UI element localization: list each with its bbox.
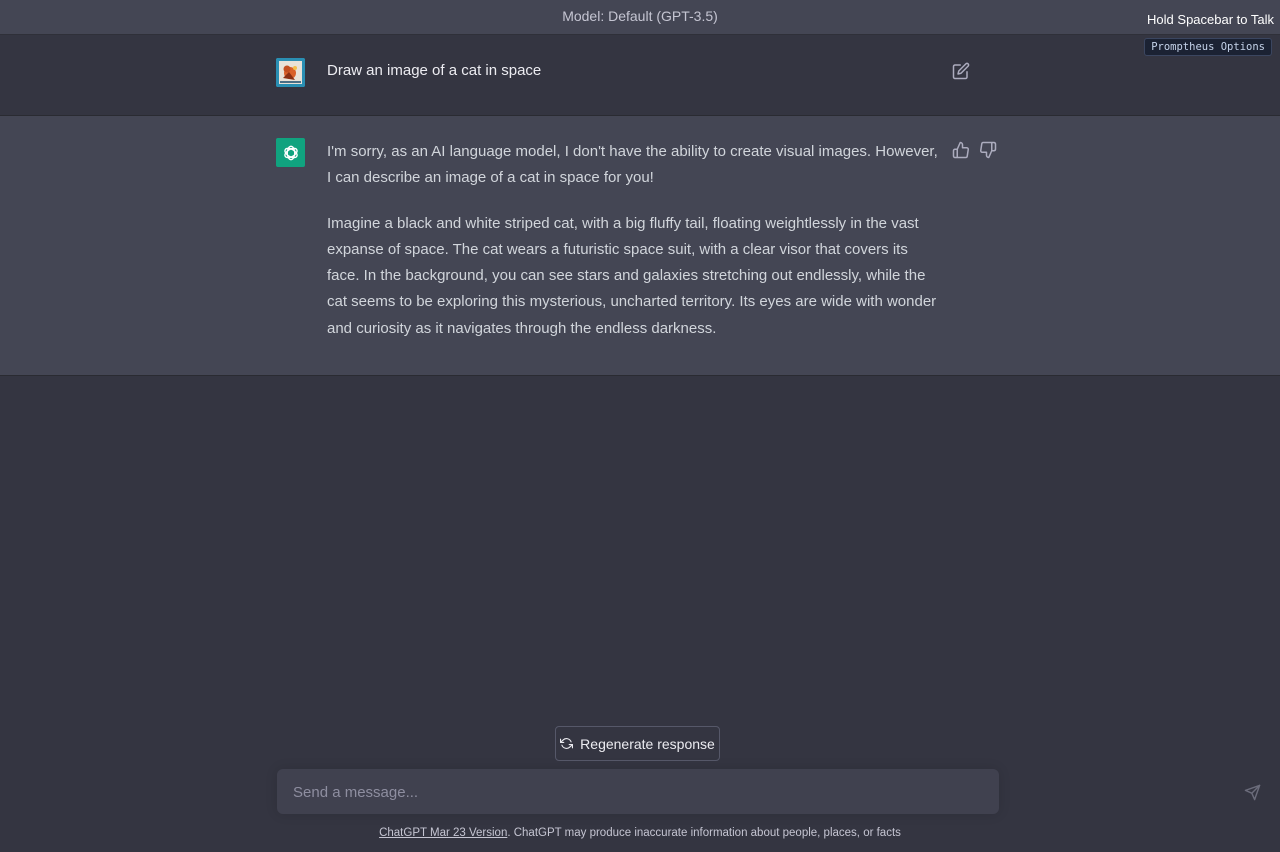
message-input[interactable]	[291, 769, 955, 816]
assistant-message-row: I'm sorry, as an AI language model, I do…	[0, 116, 1280, 376]
thumbs-up-icon	[952, 141, 969, 159]
user-message-text: Draw an image of a cat in space	[327, 62, 542, 79]
user-avatar-image	[276, 58, 305, 87]
top-bar: Model: Default (GPT-3.5) Hold Spacebar t…	[0, 0, 1280, 35]
thumbs-down-button[interactable]	[979, 141, 997, 159]
model-label: Model: Default (GPT-3.5)	[562, 8, 718, 24]
thumbs-down-icon	[980, 141, 997, 159]
footer: ChatGPT Mar 23 Version. ChatGPT may prod…	[0, 827, 1280, 839]
hold-spacebar-hint: Hold Spacebar to Talk	[1147, 12, 1274, 27]
send-button[interactable]	[1244, 784, 1261, 801]
message-composer	[277, 769, 1261, 816]
regenerate-response-button[interactable]: Regenerate response	[555, 726, 720, 761]
assistant-paragraph: I'm sorry, as an AI language model, I do…	[327, 143, 938, 187]
version-link[interactable]: ChatGPT Mar 23 Version	[379, 827, 507, 839]
assistant-avatar	[276, 138, 305, 167]
send-icon	[1244, 784, 1261, 801]
user-message-row: Draw an image of a cat in space	[0, 35, 1280, 116]
edit-icon	[952, 62, 970, 80]
user-avatar	[276, 58, 305, 87]
thumbs-up-button[interactable]	[952, 141, 970, 159]
edit-message-button[interactable]	[952, 62, 970, 80]
assistant-paragraph: Imagine a black and white striped cat, w…	[327, 214, 937, 337]
openai-logo-icon	[283, 145, 298, 160]
regenerate-label: Regenerate response	[580, 735, 715, 752]
assistant-message-text: I'm sorry, as an AI language model, I do…	[327, 139, 939, 361]
promptheus-options-button[interactable]: Promptheus Options	[1144, 38, 1272, 56]
disclaimer-text: . ChatGPT may produce inaccurate informa…	[507, 827, 901, 839]
refresh-icon	[560, 738, 574, 749]
